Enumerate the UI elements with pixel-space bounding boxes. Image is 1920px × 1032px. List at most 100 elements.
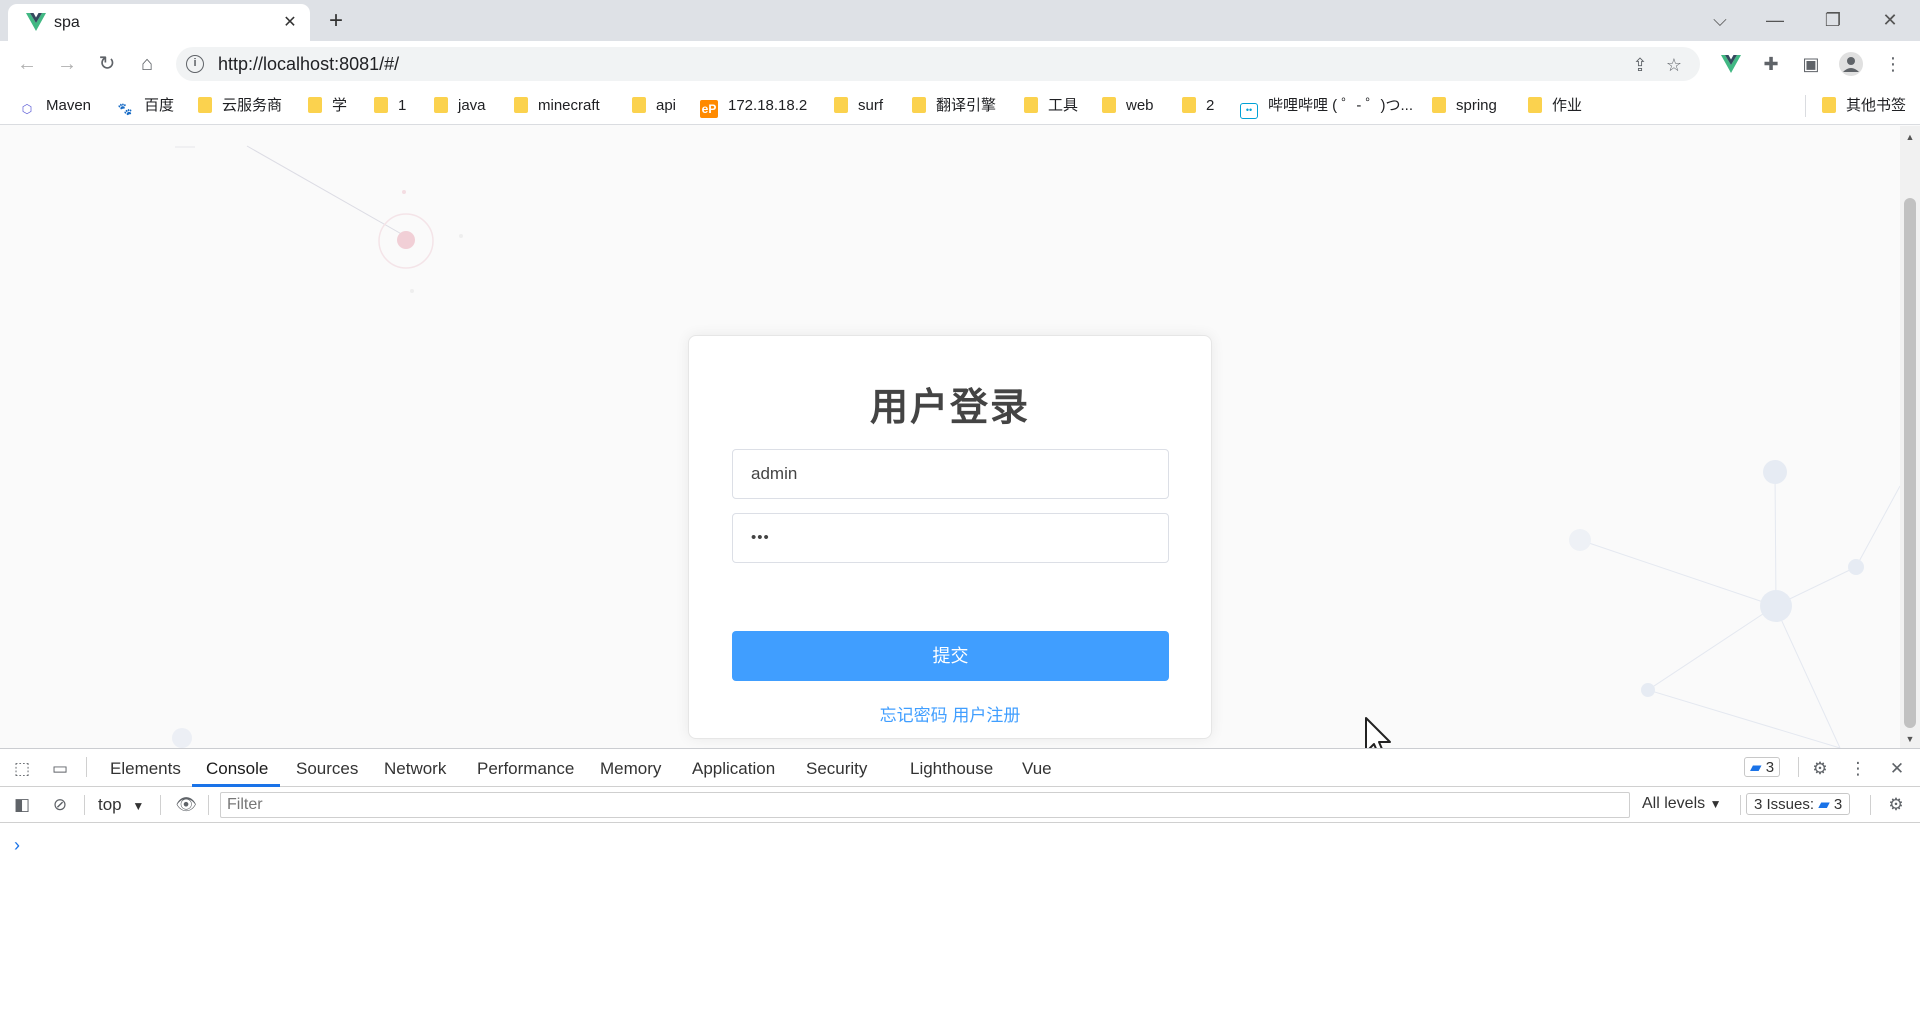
folder-icon	[912, 97, 926, 113]
new-tab-button[interactable]: +	[322, 8, 350, 36]
settings-gear-icon[interactable]: ⚙	[1808, 757, 1832, 781]
folder-icon	[1182, 97, 1196, 113]
clear-console-icon[interactable]: ⊘	[48, 793, 72, 817]
bookmark-folder[interactable]: java	[434, 96, 486, 116]
message-icon: ▰	[1750, 759, 1762, 776]
share-icon[interactable]: ⇪	[1628, 53, 1652, 77]
divider	[86, 757, 87, 777]
folder-icon	[514, 97, 528, 113]
tab-close-icon[interactable]: ✕	[280, 13, 300, 33]
minimize-button[interactable]: —	[1755, 6, 1795, 34]
console-filter-input[interactable]: Filter	[220, 792, 1630, 818]
bookmark-star-icon[interactable]: ☆	[1662, 53, 1686, 77]
bookmark-folder[interactable]: spring	[1432, 96, 1497, 116]
page-scrollbar[interactable]: ▲ ▼	[1900, 126, 1920, 748]
bookmark-item[interactable]: 🐾 百度	[116, 96, 175, 116]
submit-button[interactable]: 提交	[732, 631, 1169, 681]
bookmark-folder[interactable]: web	[1102, 96, 1154, 116]
window-close-button[interactable]: ✕	[1870, 6, 1910, 34]
folder-icon	[1024, 97, 1038, 113]
console-prompt[interactable]: ›	[14, 835, 20, 856]
tab-console[interactable]: Console	[206, 759, 268, 779]
dropdown-arrow-icon: ▼	[1709, 797, 1722, 811]
bookmark-folder[interactable]: minecraft	[514, 96, 600, 116]
bookmark-folder[interactable]: 学	[308, 96, 347, 116]
back-button[interactable]: ←	[12, 49, 42, 79]
login-title: 用户登录	[869, 387, 1030, 429]
issues-badge[interactable]: 3 Issues: ▰ 3	[1746, 793, 1851, 815]
devtools-menu-icon[interactable]: ⋮	[1846, 757, 1870, 781]
divider	[84, 795, 85, 815]
live-expression-eye-icon[interactable]: 👁	[174, 793, 198, 817]
forward-button[interactable]: →	[52, 49, 82, 79]
scroll-up-arrow-icon[interactable]: ▲	[1900, 132, 1920, 142]
tab-title: spa	[54, 14, 80, 31]
bookmark-folder[interactable]: api	[632, 96, 676, 116]
tab-elements[interactable]: Elements	[110, 759, 181, 779]
baidu-icon: 🐾	[117, 102, 133, 116]
other-bookmarks-folder[interactable]: 其他书签	[1822, 96, 1906, 116]
tab-lighthouse[interactable]: Lighthouse	[910, 759, 993, 779]
device-toolbar-icon[interactable]: ▭	[48, 757, 72, 781]
scrollbar-thumb[interactable]	[1904, 198, 1916, 728]
bookmarks-divider	[1805, 95, 1806, 117]
folder-icon	[308, 97, 322, 113]
username-input[interactable]: admin	[732, 449, 1169, 499]
maven-icon: ⬡	[21, 102, 33, 116]
bookmarks-bar: ⬡ Maven 🐾 百度 云服务商 学 1 java minecraft api e…	[0, 87, 1920, 125]
tab-vue[interactable]: Vue	[1022, 759, 1052, 779]
folder-icon	[374, 97, 388, 113]
tab-sources[interactable]: Sources	[296, 759, 358, 779]
address-bar[interactable]: i http://localhost:8081/#/ ⇪ ☆	[176, 47, 1700, 81]
bookmark-folder[interactable]: 作业	[1528, 96, 1582, 116]
ep-icon: eP	[700, 100, 718, 118]
register-link[interactable]: 用户注册	[952, 706, 1020, 725]
tab-strip: spa ✕ + ⌵ — ❐ ✕	[0, 0, 1920, 41]
forgot-password-link[interactable]: 忘记密码	[880, 706, 948, 725]
bookmark-folder[interactable]: 翻译引擎	[912, 96, 996, 116]
tab-application[interactable]: Application	[692, 759, 775, 779]
dropdown-arrow-icon: ▼	[132, 799, 145, 813]
messages-badge[interactable]: ▰ 3	[1744, 757, 1781, 777]
tab-memory[interactable]: Memory	[600, 759, 661, 779]
tab-performance[interactable]: Performance	[477, 759, 574, 779]
tab-search-icon[interactable]: ⌵	[1700, 6, 1740, 34]
mouse-cursor-icon	[1365, 717, 1391, 748]
console-settings-gear-icon[interactable]: ⚙	[1884, 793, 1908, 817]
password-input[interactable]: •••	[732, 513, 1169, 563]
bookmark-folder[interactable]: 云服务商	[198, 96, 282, 116]
site-info-icon[interactable]: i	[186, 55, 204, 73]
folder-icon	[834, 97, 848, 113]
reload-button[interactable]: ↻	[92, 49, 122, 79]
url-text[interactable]: http://localhost:8081/#/	[218, 54, 399, 75]
bookmark-item[interactable]: eP 172.18.18.2	[700, 96, 807, 118]
context-selector[interactable]: top ▼	[98, 795, 144, 815]
home-button[interactable]: ⌂	[132, 49, 162, 79]
bookmark-folder[interactable]: surf	[834, 96, 883, 116]
profile-avatar-icon[interactable]	[1836, 49, 1866, 79]
divider	[1798, 757, 1799, 777]
scroll-down-arrow-icon[interactable]: ▼	[1900, 734, 1920, 744]
bookmark-item[interactable]: ⬡ Maven	[18, 96, 91, 116]
login-card: 用户登录 admin ••• 提交 忘记密码 用户注册	[688, 335, 1212, 739]
browser-tab[interactable]: spa ✕	[8, 4, 310, 41]
login-links: 忘记密码 用户注册	[689, 701, 1211, 726]
devtools-close-icon[interactable]: ✕	[1885, 757, 1909, 781]
bookmark-folder[interactable]: 1	[374, 96, 406, 116]
sidebar-toggle-icon[interactable]: ◧	[10, 793, 34, 817]
log-levels-dropdown[interactable]: All levels ▼	[1642, 795, 1721, 813]
tab-security[interactable]: Security	[806, 759, 867, 779]
bookmark-folder[interactable]: 2	[1182, 96, 1214, 116]
vue-devtools-extension-icon[interactable]	[1716, 49, 1746, 79]
extensions-puzzle-icon[interactable]: ✚	[1756, 49, 1786, 79]
tab-network[interactable]: Network	[384, 759, 446, 779]
folder-icon	[1102, 97, 1116, 113]
side-panel-icon[interactable]: ▣	[1796, 49, 1826, 79]
devtools-tab-bar: ⬚ ▭ Elements Console Sources Network Per…	[0, 749, 1920, 787]
bookmark-folder[interactable]: 工具	[1024, 96, 1078, 116]
bookmark-item[interactable]: •• 哔哩哔哩 ( ゜- ゜)つ...	[1240, 96, 1413, 119]
console-toolbar: ◧ ⊘ top ▼ 👁 Filter All levels ▼ 3 Issues…	[0, 787, 1920, 823]
inspect-element-icon[interactable]: ⬚	[10, 757, 34, 781]
restore-button[interactable]: ❐	[1813, 6, 1853, 34]
browser-menu-icon[interactable]: ⋮	[1878, 49, 1908, 79]
